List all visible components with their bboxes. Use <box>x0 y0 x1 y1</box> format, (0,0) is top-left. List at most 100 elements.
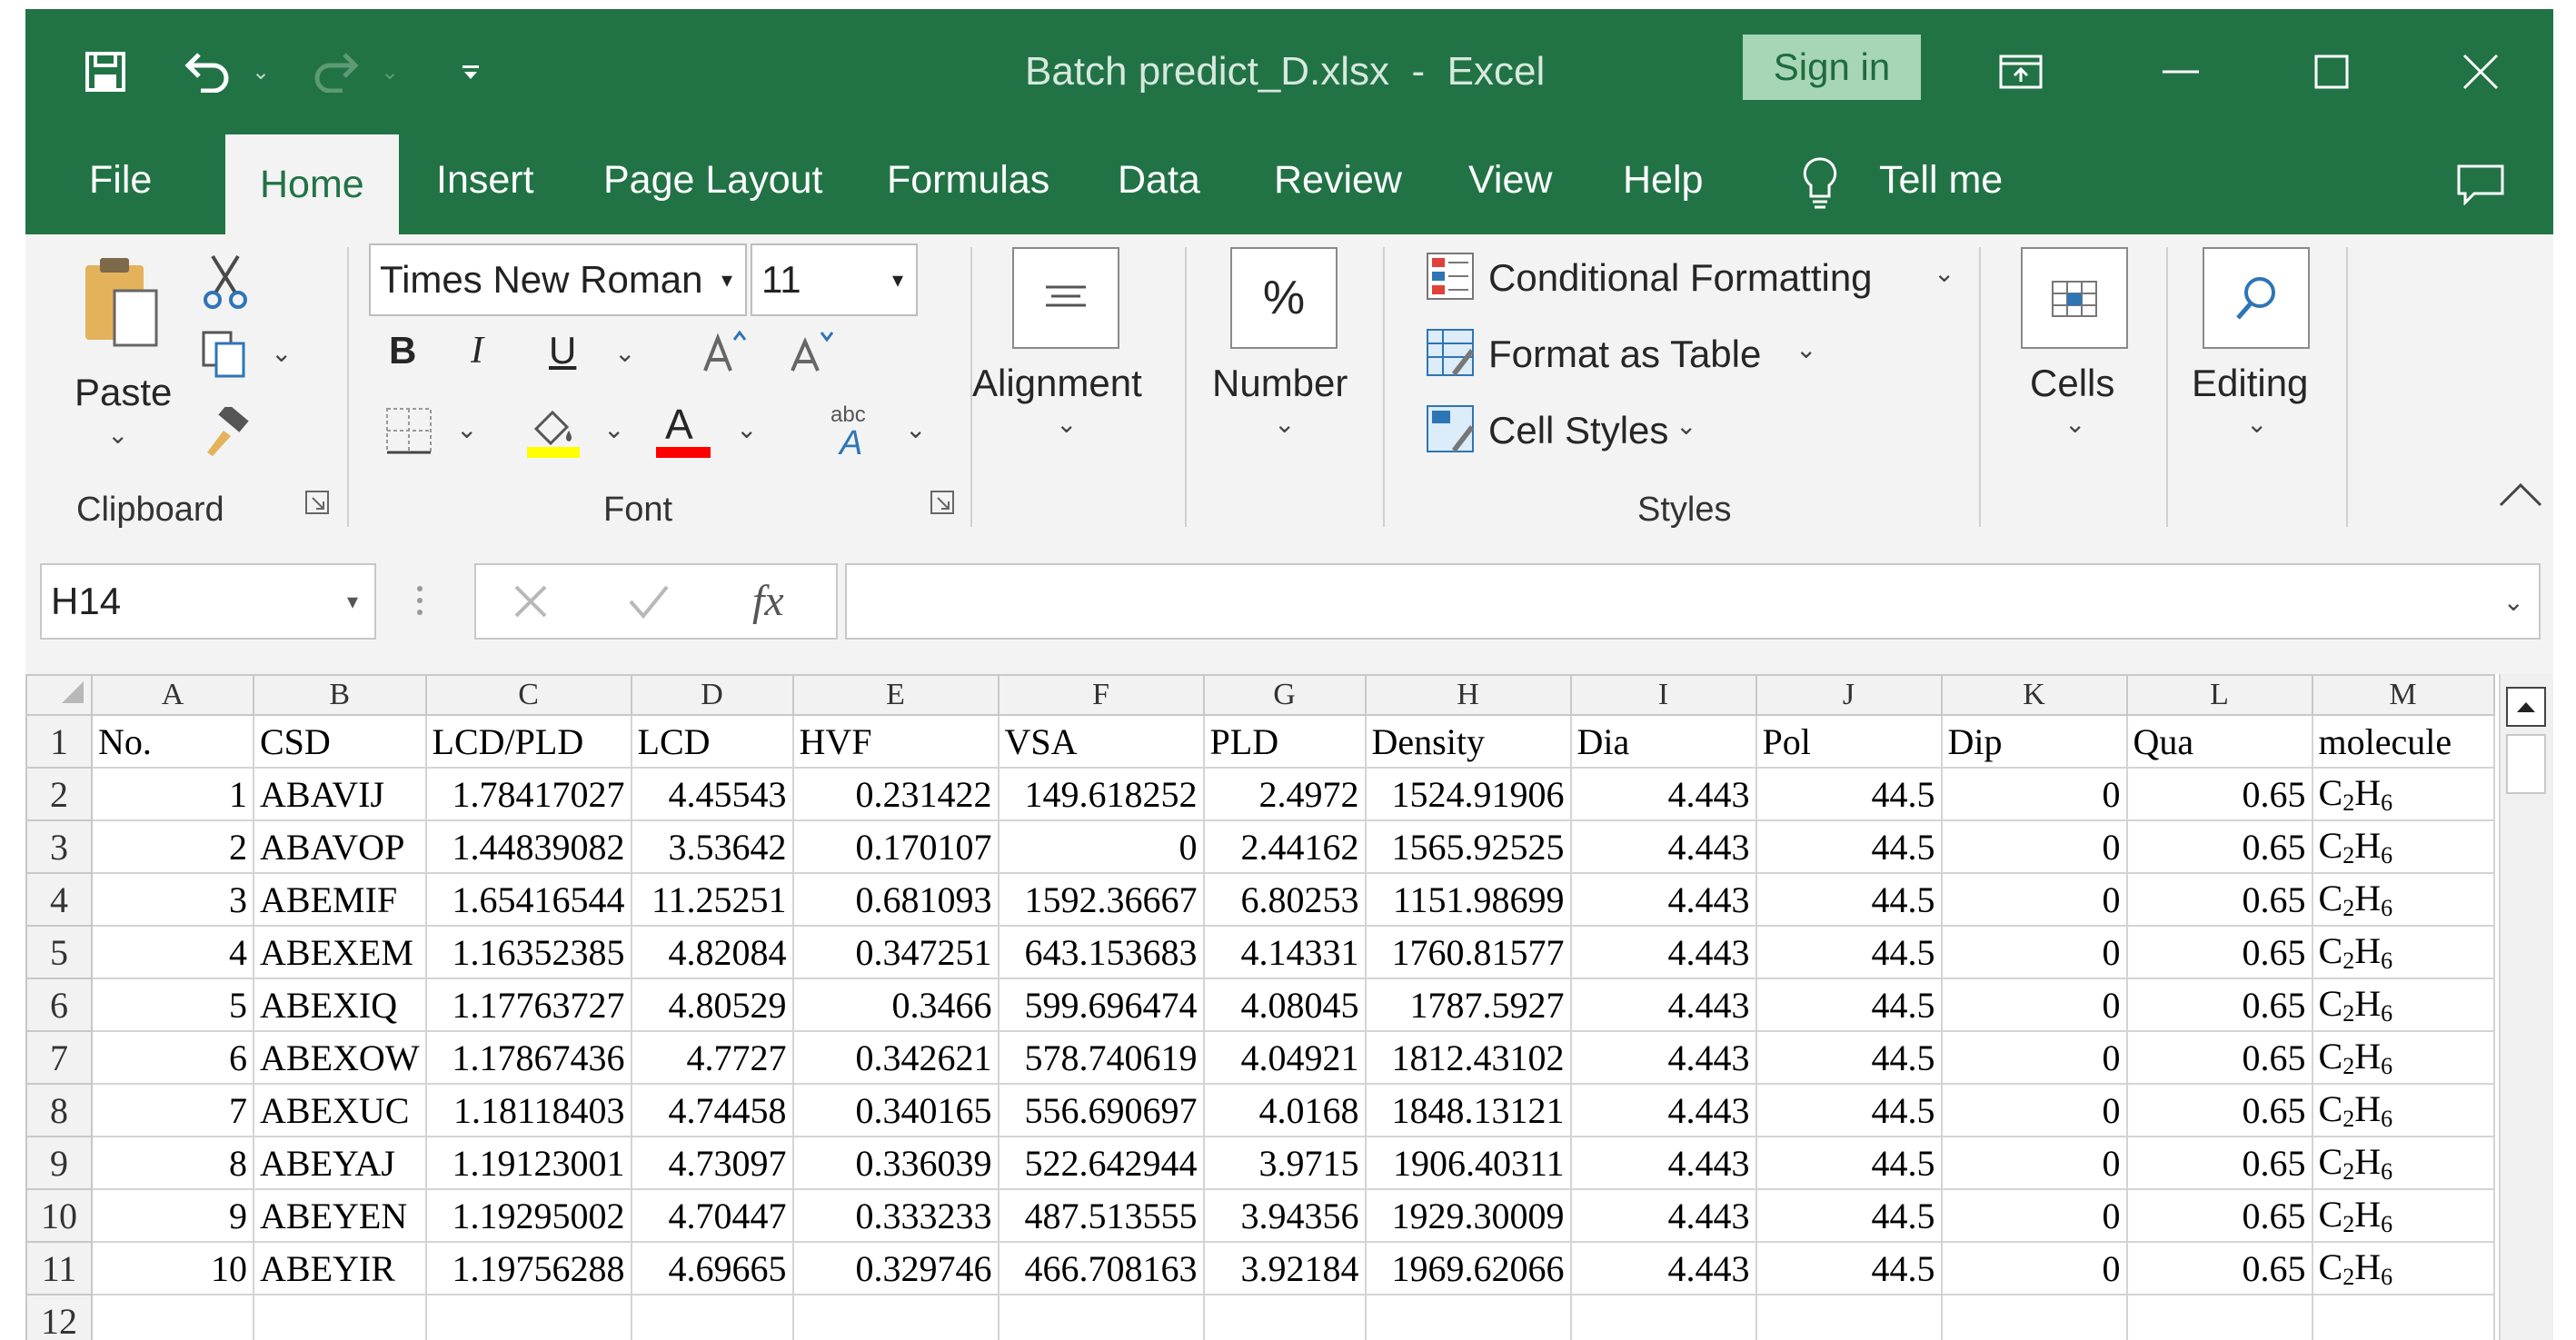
cell[interactable]: ABEMIF <box>253 872 427 927</box>
cell[interactable]: 1.17867436 <box>424 1030 632 1085</box>
cell[interactable]: 7 <box>91 1083 254 1137</box>
row-header[interactable]: 3 <box>25 819 93 874</box>
ribbon-display-options-icon[interactable] <box>1992 38 2050 105</box>
molecule-cell[interactable]: C2H6 <box>2311 767 2495 821</box>
cell[interactable] <box>2125 1294 2313 1340</box>
cell[interactable]: 0 <box>1940 1136 2128 1190</box>
cell[interactable]: 2 <box>91 819 254 874</box>
cell[interactable]: 10 <box>91 1241 254 1295</box>
cell[interactable]: 1787.5927 <box>1364 978 1572 1032</box>
fill-color-dropdown-icon[interactable]: ⌄ <box>603 414 624 444</box>
number-dropdown-icon[interactable]: ⌄ <box>1274 409 1295 439</box>
cell[interactable] <box>253 1294 427 1340</box>
cell[interactable]: 0 <box>1940 1083 2128 1137</box>
molecule-cell[interactable]: C2H6 <box>2311 925 2495 979</box>
font-size-dropdown-icon[interactable]: ▾ <box>892 267 903 293</box>
header-cell[interactable]: CSD <box>253 714 427 769</box>
cell[interactable] <box>1755 1294 1943 1340</box>
cell[interactable]: 3.94356 <box>1202 1188 1367 1243</box>
cell[interactable]: 4.80529 <box>630 978 794 1032</box>
cell[interactable]: 4.14331 <box>1202 925 1367 979</box>
cell-styles-dropdown-icon[interactable]: ⌄ <box>1676 411 1696 441</box>
cell[interactable]: 5 <box>91 978 254 1032</box>
editing-dropdown-icon[interactable]: ⌄ <box>2246 409 2267 439</box>
cell[interactable]: 0.340165 <box>791 1083 1000 1137</box>
molecule-cell[interactable]: C2H6 <box>2311 819 2495 874</box>
row-header[interactable]: 2 <box>25 767 93 821</box>
cell[interactable]: 4.443 <box>1569 1136 1757 1190</box>
select-all-corner[interactable] <box>25 674 93 716</box>
column-header-f[interactable]: F <box>997 674 1205 716</box>
header-cell[interactable]: HVF <box>791 714 1000 769</box>
cell[interactable]: 4.443 <box>1569 925 1757 979</box>
cell[interactable]: 4.443 <box>1569 767 1757 821</box>
cell[interactable]: 1 <box>91 767 254 821</box>
cell[interactable] <box>630 1294 794 1340</box>
cell[interactable]: 4.74458 <box>630 1083 794 1137</box>
cell[interactable] <box>1569 1294 1757 1340</box>
underline-dropdown-icon[interactable]: ⌄ <box>614 338 635 368</box>
cell[interactable]: 1969.62066 <box>1364 1241 1572 1295</box>
cell[interactable]: 0.3466 <box>791 978 1000 1032</box>
cell[interactable]: 1524.91906 <box>1364 767 1572 821</box>
cell[interactable]: 6.80253 <box>1202 872 1367 927</box>
cell[interactable]: 0 <box>997 819 1205 874</box>
tab-file[interactable]: File <box>89 158 152 203</box>
tab-home[interactable]: Home <box>225 134 399 234</box>
header-cell[interactable]: Qua <box>2125 714 2313 769</box>
formula-input[interactable]: ⌄ <box>845 563 2541 640</box>
header-cell[interactable]: Dip <box>1940 714 2128 769</box>
column-header-c[interactable]: C <box>424 674 632 716</box>
redo-icon[interactable] <box>307 38 365 105</box>
cell[interactable]: 3.53642 <box>630 819 794 874</box>
cell[interactable]: 4.08045 <box>1202 978 1367 1032</box>
borders-dropdown-icon[interactable]: ⌄ <box>456 414 477 444</box>
phonetic-dropdown-icon[interactable]: ⌄ <box>905 414 926 444</box>
cell[interactable]: 4 <box>91 925 254 979</box>
enter-formula-icon[interactable] <box>627 581 671 626</box>
collapse-ribbon-icon[interactable] <box>2497 481 2544 513</box>
cell[interactable]: 4.443 <box>1569 978 1757 1032</box>
molecule-cell[interactable]: C2H6 <box>2311 1083 2495 1137</box>
cell[interactable]: 3 <box>91 872 254 927</box>
cell[interactable]: ABEYAJ <box>253 1136 427 1190</box>
cell[interactable]: 4.73097 <box>630 1136 794 1190</box>
cell[interactable]: 0.65 <box>2125 1083 2313 1137</box>
cell[interactable]: 4.443 <box>1569 819 1757 874</box>
minimize-icon[interactable] <box>2152 38 2210 105</box>
save-icon[interactable] <box>78 38 133 105</box>
format-painter-icon[interactable] <box>200 403 251 462</box>
header-cell[interactable]: Density <box>1364 714 1572 769</box>
cell[interactable]: 0 <box>1940 767 2128 821</box>
cell[interactable]: 4.443 <box>1569 1083 1757 1137</box>
column-header-l[interactable]: L <box>2125 674 2313 716</box>
formula-bar-grip[interactable] <box>416 578 423 623</box>
cell[interactable]: 578.740619 <box>997 1030 1205 1085</box>
cell[interactable]: 44.5 <box>1755 1083 1943 1137</box>
column-header-d[interactable]: D <box>630 674 794 716</box>
cell[interactable]: 556.690697 <box>997 1083 1205 1137</box>
copy-icon[interactable] <box>200 329 251 384</box>
font-name-box[interactable]: Times New Roman ▾ <box>369 243 747 316</box>
insert-function-icon[interactable]: fx <box>752 576 784 626</box>
cell-styles-button[interactable]: Cell Styles <box>1488 409 1668 452</box>
cell[interactable]: 0.65 <box>2125 767 2313 821</box>
borders-icon[interactable] <box>383 405 434 461</box>
cell[interactable]: 0.65 <box>2125 1030 2313 1085</box>
column-header-e[interactable]: E <box>791 674 1000 716</box>
number-format-button[interactable]: % <box>1230 247 1338 349</box>
cell[interactable]: 0.65 <box>2125 1188 2313 1243</box>
cell[interactable]: 1.19756288 <box>424 1241 632 1295</box>
cell[interactable]: 0.347251 <box>791 925 1000 979</box>
column-header-i[interactable]: I <box>1569 674 1757 716</box>
cell[interactable]: 9 <box>91 1188 254 1243</box>
phonetic-guide-icon[interactable]: abc A <box>825 400 883 462</box>
cell[interactable]: 4.0168 <box>1202 1083 1367 1137</box>
cell[interactable]: 0.170107 <box>791 819 1000 874</box>
cell[interactable]: 1.17763727 <box>424 978 632 1032</box>
decrease-font-size-icon[interactable] <box>785 329 840 379</box>
column-header-j[interactable]: J <box>1755 674 1943 716</box>
cell[interactable] <box>791 1294 1000 1340</box>
cell[interactable]: 4.443 <box>1569 1188 1757 1243</box>
undo-icon[interactable] <box>178 38 236 105</box>
